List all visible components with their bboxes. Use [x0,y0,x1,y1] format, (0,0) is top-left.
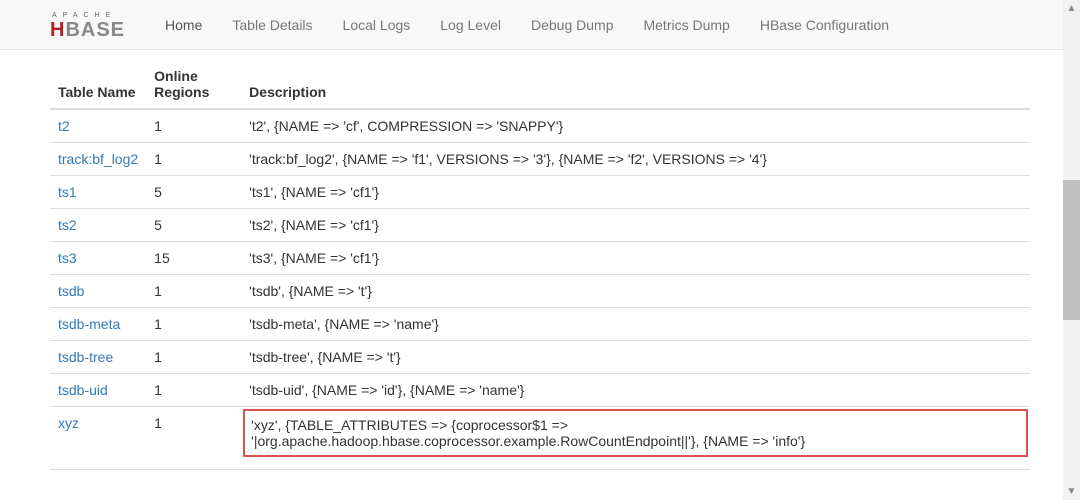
online-regions-cell: 1 [146,308,241,341]
online-regions-cell: 1 [146,341,241,374]
highlighted-description: 'xyz', {TABLE_ATTRIBUTES => {coprocessor… [243,409,1028,457]
online-regions-cell: 1 [146,374,241,407]
table-link[interactable]: ts3 [58,250,77,266]
table-link[interactable]: t2 [58,118,70,134]
nav-items: HomeTable DetailsLocal LogsLog LevelDebu… [150,1,904,49]
bottom-separator [50,469,1030,470]
description-cell: 'ts3', {NAME => 'cf1'} [241,242,1030,275]
description-cell: 'ts2', {NAME => 'cf1'} [241,209,1030,242]
scrollbar-track[interactable]: ▲ ▼ [1063,0,1080,500]
nav-item-metrics-dump[interactable]: Metrics Dump [628,1,744,49]
table-link[interactable]: ts1 [58,184,77,200]
table-link[interactable]: ts2 [58,217,77,233]
table-link[interactable]: tsdb [58,283,84,299]
table-link[interactable]: tsdb-meta [58,316,120,332]
table-name-cell: ts1 [50,176,146,209]
online-regions-cell: 15 [146,242,241,275]
table-name-cell: xyz [50,407,146,460]
table-name-cell: tsdb-meta [50,308,146,341]
description-cell: 'tsdb', {NAME => 't'} [241,275,1030,308]
description-cell: 'tsdb-tree', {NAME => 't'} [241,341,1030,374]
table-link[interactable]: xyz [58,415,79,431]
description-cell: 't2', {NAME => 'cf', COMPRESSION => 'SNA… [241,109,1030,143]
table-name-cell: tsdb-uid [50,374,146,407]
scroll-up-icon[interactable]: ▲ [1063,0,1080,17]
table-row: ts3 15'ts3', {NAME => 'cf1'} [50,242,1030,275]
tables-table: Table Name Online Regions Description t2… [50,60,1030,459]
col-header-regions: Online Regions [146,60,241,109]
table-row: tsdb-meta 1'tsdb-meta', {NAME => 'name'} [50,308,1030,341]
description-cell: 'xyz', {TABLE_ATTRIBUTES => {coprocessor… [241,407,1030,460]
table-row: ts2 5'ts2', {NAME => 'cf1'} [50,209,1030,242]
navbar: APACHE HBASE HomeTable DetailsLocal Logs… [0,0,1080,50]
nav-item-home[interactable]: Home [150,1,217,49]
logo-top: APACHE [52,12,116,19]
table-row: track:bf_log2 1'track:bf_log2', {NAME => … [50,143,1030,176]
nav-item-log-level[interactable]: Log Level [425,1,516,49]
description-cell: 'tsdb-uid', {NAME => 'id'}, {NAME => 'na… [241,374,1030,407]
description-cell: 'tsdb-meta', {NAME => 'name'} [241,308,1030,341]
online-regions-cell: 1 [146,275,241,308]
table-name-cell: ts3 [50,242,146,275]
online-regions-cell: 1 [146,109,241,143]
nav-item-table-details[interactable]: Table Details [217,1,327,49]
nav-item-local-logs[interactable]: Local Logs [328,1,426,49]
nav-item-hbase-configuration[interactable]: HBase Configuration [745,1,904,49]
col-header-desc: Description [241,60,1030,109]
table-name-cell: tsdb [50,275,146,308]
logo-main: HBASE [50,20,125,40]
description-cell: 'ts1', {NAME => 'cf1'} [241,176,1030,209]
description-cell: 'track:bf_log2', {NAME => 'f1', VERSIONS… [241,143,1030,176]
scrollbar-thumb[interactable] [1063,180,1080,320]
scroll-down-icon[interactable]: ▼ [1063,483,1080,500]
table-link[interactable]: track:bf_log2 [58,151,138,167]
table-row: tsdb 1'tsdb', {NAME => 't'} [50,275,1030,308]
online-regions-cell: 5 [146,176,241,209]
col-header-name: Table Name [50,60,146,109]
table-row: tsdb-uid 1'tsdb-uid', {NAME => 'id'}, {NA… [50,374,1030,407]
table-row: xyz 1'xyz', {TABLE_ATTRIBUTES => {coproce… [50,407,1030,460]
content: Table Name Online Regions Description t2… [0,50,1080,500]
table-name-cell: tsdb-tree [50,341,146,374]
online-regions-cell: 1 [146,407,241,460]
table-name-cell: ts2 [50,209,146,242]
table-row: tsdb-tree 1'tsdb-tree', {NAME => 't'} [50,341,1030,374]
table-row: ts1 5'ts1', {NAME => 'cf1'} [50,176,1030,209]
table-link[interactable]: tsdb-uid [58,382,108,398]
table-row: t2 1't2', {NAME => 'cf', COMPRESSION => '… [50,109,1030,143]
table-name-cell: track:bf_log2 [50,143,146,176]
table-name-cell: t2 [50,109,146,143]
nav-item-debug-dump[interactable]: Debug Dump [516,1,629,49]
hbase-logo[interactable]: APACHE HBASE [50,10,125,40]
online-regions-cell: 5 [146,209,241,242]
online-regions-cell: 1 [146,143,241,176]
table-link[interactable]: tsdb-tree [58,349,113,365]
